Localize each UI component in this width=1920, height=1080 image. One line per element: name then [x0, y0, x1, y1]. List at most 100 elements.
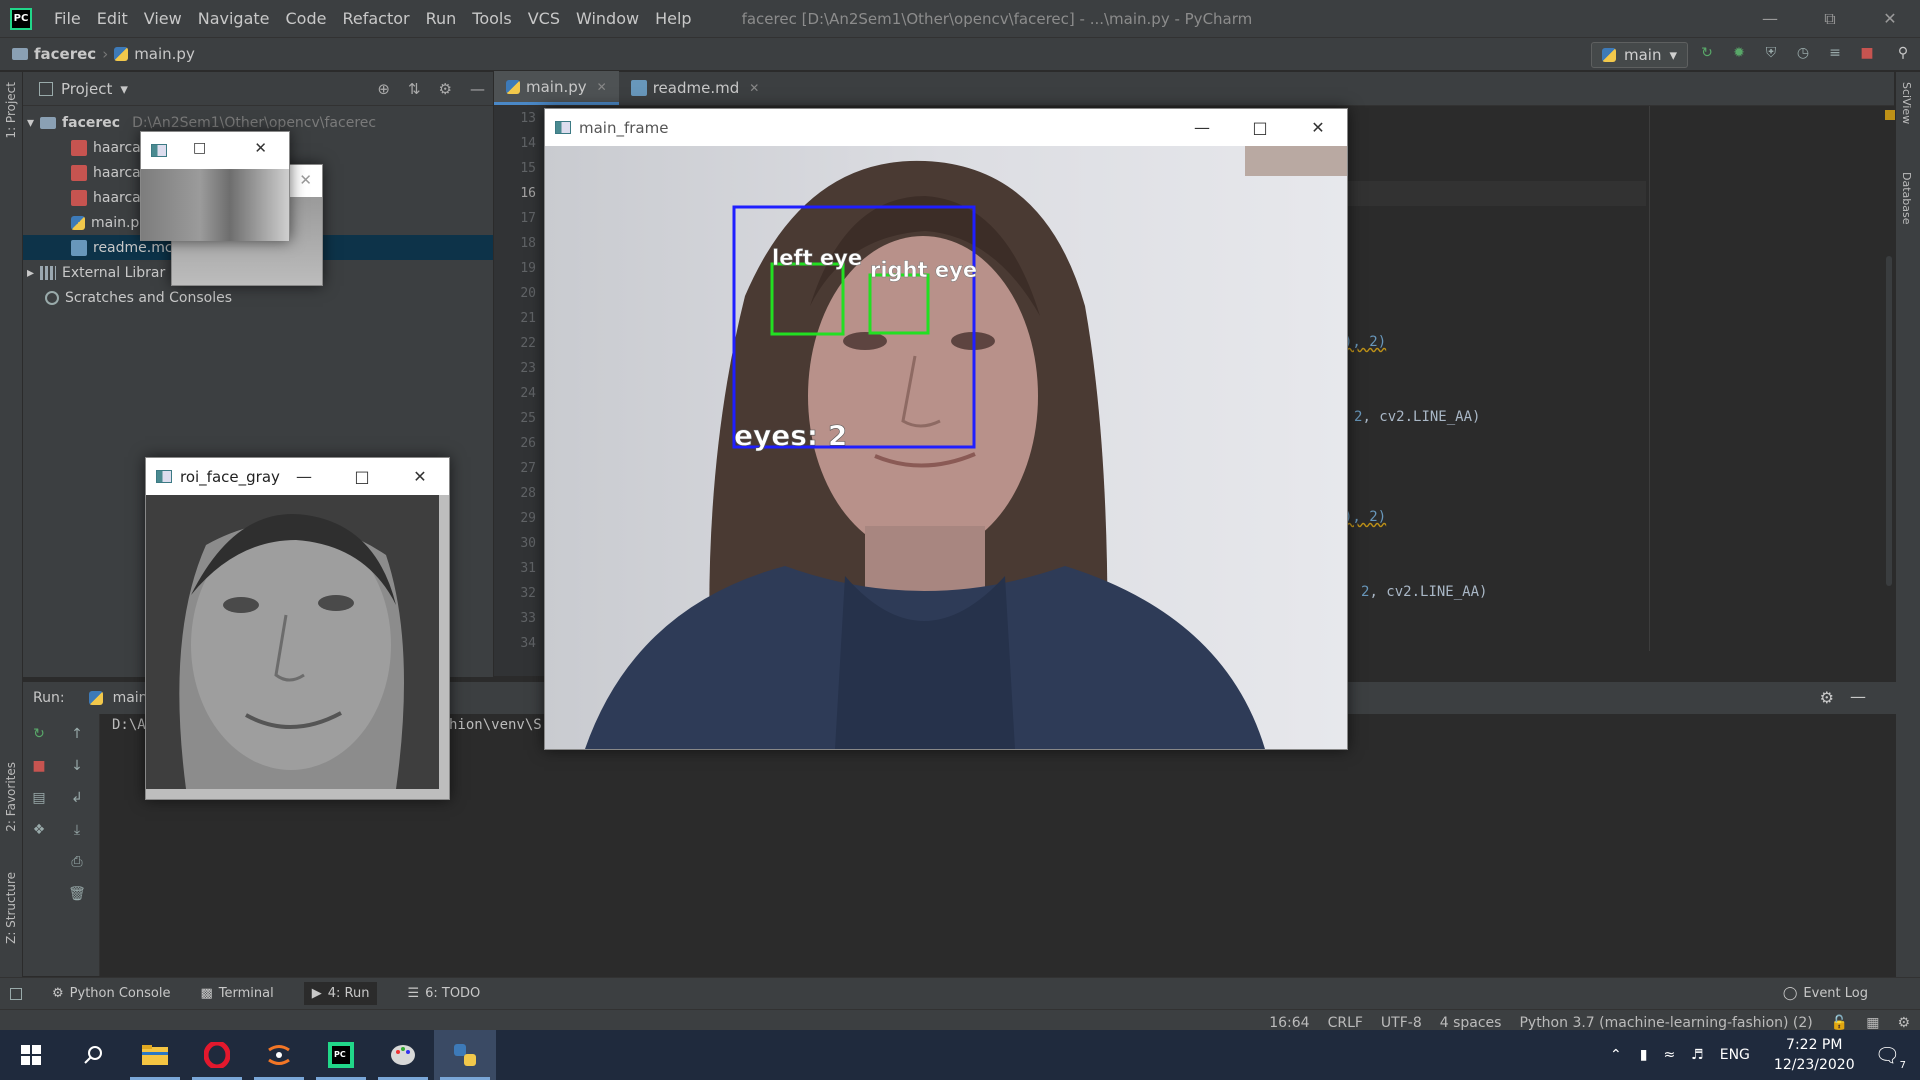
opera-button[interactable] [186, 1030, 248, 1080]
roi-face-gray-window[interactable]: roi_face_gray — □ ✕ [145, 457, 450, 800]
menu-run[interactable]: Run [418, 9, 465, 28]
search-icon[interactable]: ⚲ [1894, 44, 1912, 62]
volume-icon[interactable]: ♬ [1691, 1047, 1704, 1063]
jupyter-button[interactable] [248, 1030, 310, 1080]
breadcrumb-file[interactable]: main.py [134, 45, 195, 63]
line-separator[interactable]: CRLF [1328, 1015, 1363, 1031]
editor-scrollbar[interactable] [1882, 106, 1896, 666]
start-button[interactable] [0, 1030, 62, 1080]
event-log-button[interactable]: ◯ Event Log [1783, 986, 1868, 1001]
soft-wrap-icon[interactable]: ↲ [67, 788, 87, 808]
locate-icon[interactable]: ⊕ [377, 80, 390, 98]
gear-icon[interactable]: ⚙ [439, 80, 452, 98]
wifi-icon[interactable]: ≈ [1663, 1047, 1675, 1063]
paint-button[interactable] [372, 1030, 434, 1080]
menu-file[interactable]: File [46, 9, 89, 28]
maximize-icon[interactable]: □ [193, 140, 206, 156]
profile-icon[interactable]: ◷ [1794, 44, 1812, 62]
menu-navigate[interactable]: Navigate [190, 9, 278, 28]
close-icon[interactable]: ✕ [254, 139, 267, 157]
search-button[interactable] [62, 1030, 124, 1080]
file-explorer-button[interactable] [124, 1030, 186, 1080]
scrollbar-thumb[interactable] [1886, 256, 1892, 586]
terminal-button[interactable]: ▩ Terminal [200, 986, 273, 1001]
maximize-icon[interactable]: □ [1231, 109, 1289, 146]
breadcrumb-project[interactable]: facerec [34, 45, 96, 63]
menu-view[interactable]: View [136, 9, 190, 28]
maximize-icon[interactable]: □ [333, 458, 391, 495]
inspector-icon[interactable]: ⚙ [1897, 1015, 1910, 1031]
clock[interactable]: 7:22 PM 12/23/2020 [1774, 1035, 1855, 1075]
restore-icon[interactable]: ⧉ [1800, 0, 1860, 37]
close-tab-icon[interactable]: ✕ [597, 80, 607, 94]
toggle-tool-windows-icon[interactable] [10, 987, 22, 1000]
scroll-to-end-icon[interactable]: ⤓ [67, 820, 87, 840]
up-arrow-icon[interactable]: ↑ [67, 724, 87, 744]
rerun-icon[interactable]: ↻ [1698, 44, 1716, 62]
close-icon[interactable]: ✕ [391, 458, 449, 495]
warning-marker-icon[interactable] [1885, 110, 1895, 120]
trash-icon[interactable]: 🗑 [67, 884, 87, 904]
collapse-all-icon[interactable]: ⇅ [408, 80, 421, 98]
caret-position[interactable]: 16:64 [1269, 1015, 1309, 1031]
pycharm-logo-icon: PC [10, 7, 32, 30]
todo-button[interactable]: ☰ 6: TODO [407, 986, 480, 1001]
interpreter[interactable]: Python 3.7 (machine-learning-fashion) (2… [1519, 1015, 1812, 1031]
close-icon[interactable]: ✕ [1289, 109, 1347, 146]
debug-icon[interactable]: ✹ [1730, 44, 1748, 62]
menu-help[interactable]: Help [647, 9, 699, 28]
python-console-button[interactable]: ⚙ Python Console [52, 986, 170, 1001]
battery-icon[interactable]: ▮ [1640, 1047, 1648, 1063]
python-app-button[interactable] [434, 1030, 496, 1080]
project-panel-title[interactable]: Project [61, 80, 112, 98]
minimize-icon[interactable]: — [1173, 109, 1231, 146]
sciview-tool-button[interactable]: SciView [1900, 82, 1913, 124]
menu-refactor[interactable]: Refactor [334, 9, 417, 28]
language-indicator[interactable]: ENG [1720, 1047, 1750, 1063]
coverage-icon[interactable]: ⛨ [1762, 44, 1780, 62]
pin-icon[interactable]: ❖ [29, 820, 49, 840]
project-tool-button[interactable]: 1: Project [4, 82, 18, 139]
hide-icon[interactable]: — [1850, 687, 1866, 706]
memory-icon[interactable]: ▦ [1866, 1015, 1879, 1031]
run-tab-main[interactable]: main [113, 690, 148, 706]
stop-icon[interactable]: ■ [1858, 44, 1876, 62]
tree-scratches[interactable]: Scratches and Consoles [23, 285, 493, 310]
rerun-icon[interactable]: ↻ [29, 724, 49, 744]
hide-icon[interactable]: — [470, 80, 485, 98]
small-cv-window-front[interactable]: □ ✕ [140, 131, 290, 241]
menu-code[interactable]: Code [278, 9, 335, 28]
gear-icon[interactable]: ⚙ [1820, 688, 1834, 707]
lock-icon[interactable]: 🔓 [1831, 1015, 1848, 1031]
minimize-icon[interactable]: — [275, 458, 333, 495]
down-arrow-icon[interactable]: ↓ [67, 756, 87, 776]
file-encoding[interactable]: UTF-8 [1381, 1015, 1422, 1031]
breadcrumb: facerec › main.py [12, 45, 195, 63]
stop-icon[interactable]: ■ [29, 756, 49, 776]
close-icon[interactable]: ✕ [299, 171, 312, 189]
tab-readme-md[interactable]: readme.md ✕ [619, 71, 772, 105]
indent-setting[interactable]: 4 spaces [1440, 1015, 1502, 1031]
print-icon[interactable]: ⎙ [67, 852, 87, 872]
pycharm-button[interactable]: PC [310, 1030, 372, 1080]
close-tab-icon[interactable]: ✕ [749, 81, 759, 95]
menu-window[interactable]: Window [568, 9, 647, 28]
structure-tool-button[interactable]: Z: Structure [4, 872, 18, 944]
minimize-icon[interactable]: — [1740, 0, 1800, 37]
layout-icon[interactable]: ▤ [29, 788, 49, 808]
notification-center-button[interactable]: 🗨 7 [1875, 1043, 1906, 1071]
menu-tools[interactable]: Tools [464, 9, 519, 28]
menu-edit[interactable]: Edit [89, 9, 136, 28]
database-tool-button[interactable]: Database [1900, 172, 1913, 225]
favorites-tool-button[interactable]: 2: Favorites [4, 762, 18, 832]
main-frame-window[interactable]: main_frame — □ ✕ left eye right eye eyes… [544, 108, 1348, 750]
tab-main-py[interactable]: main.py ✕ [494, 71, 619, 105]
chevron-down-icon[interactable]: ▾ [120, 80, 128, 98]
close-icon[interactable]: ✕ [1860, 0, 1920, 37]
run-config-select[interactable]: main ▾ [1590, 42, 1688, 68]
concurrency-icon[interactable]: ≡ [1826, 44, 1844, 62]
chevron-up-icon[interactable]: ⌃ [1610, 1047, 1622, 1063]
search-icon [84, 1046, 102, 1064]
menu-vcs[interactable]: VCS [520, 9, 568, 28]
run-tool-button[interactable]: ▶ 4: Run [303, 982, 378, 1005]
